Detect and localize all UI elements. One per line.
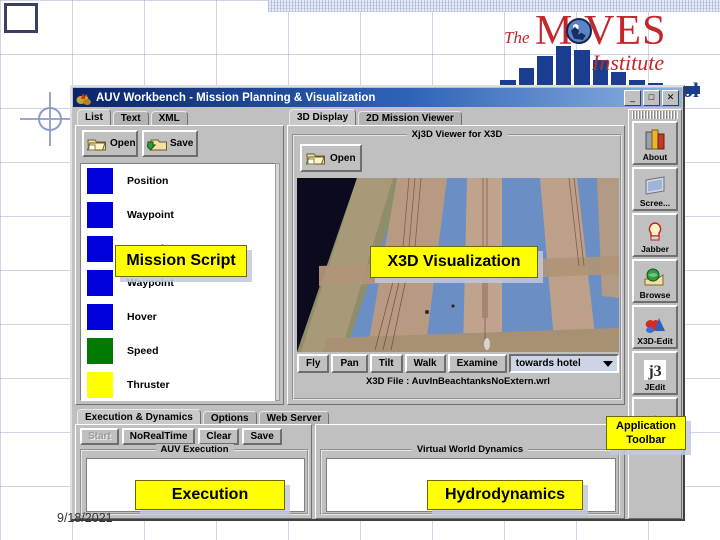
svg-text:j3: j3 bbox=[647, 363, 661, 380]
callout-apptb-line2: Toolbar bbox=[626, 434, 666, 446]
virtual-world-dynamics-title: Virtual World Dynamics bbox=[411, 444, 529, 455]
toolbar-drag-handle[interactable] bbox=[632, 111, 678, 119]
item-color-swatch bbox=[87, 304, 113, 330]
list-item-label: Thruster bbox=[127, 379, 170, 391]
maximize-button[interactable]: □ bbox=[643, 89, 660, 106]
jabber-lightbulb-icon bbox=[648, 222, 662, 241]
save-log-button[interactable]: Save bbox=[242, 428, 282, 445]
window-controls: _ □ ✕ bbox=[624, 89, 679, 106]
nav-fly-button[interactable]: Fly bbox=[297, 354, 330, 373]
tab-xml[interactable]: XML bbox=[150, 111, 188, 126]
app-flame-icon bbox=[76, 92, 91, 105]
about-books-icon bbox=[645, 129, 665, 150]
open-folder-icon bbox=[87, 139, 106, 150]
logo-moves-text: M VES bbox=[535, 8, 667, 54]
item-color-swatch bbox=[87, 270, 113, 296]
slide-date: 9/18/2021 bbox=[57, 511, 113, 525]
toolbar-about-button[interactable]: About bbox=[632, 121, 678, 165]
globe-icon bbox=[566, 18, 592, 44]
window-title-bar[interactable]: AUV Workbench - Mission Planning & Visua… bbox=[73, 88, 682, 107]
mission-script-tabs: List Text XML bbox=[77, 109, 190, 126]
file-button-group: Open Save bbox=[82, 130, 198, 157]
jedit-j3-icon: j3 bbox=[644, 360, 666, 380]
callout-application-toolbar: Application Toolbar bbox=[606, 416, 686, 450]
logo-the-text: The bbox=[504, 28, 530, 47]
auv-execution-title: AUV Execution bbox=[155, 444, 234, 455]
list-item-label: Position bbox=[127, 175, 169, 187]
callout-x3d-visualization: X3D Visualization bbox=[370, 246, 538, 278]
tab-list[interactable]: List bbox=[77, 109, 111, 126]
open-x3d-button[interactable]: Open bbox=[300, 144, 362, 172]
list-item[interactable]: Position bbox=[81, 164, 279, 198]
visualization-tabs: 3D Display 2D Mission Viewer bbox=[289, 109, 464, 126]
list-item-label: Speed bbox=[127, 345, 159, 357]
viewpoint-selected-label: towards hotel bbox=[515, 358, 581, 369]
list-item[interactable]: Speed bbox=[81, 334, 279, 368]
open-folder-icon bbox=[306, 153, 325, 165]
moves-institute-logo: The M VES Institute bbox=[480, 8, 702, 94]
save-button-label: Save bbox=[170, 138, 194, 149]
list-item[interactable]: Thruster bbox=[81, 368, 279, 400]
save-button[interactable]: Save bbox=[142, 130, 198, 157]
logo-institute-text: Institute bbox=[592, 50, 665, 75]
callout-apptb-line1: Application bbox=[616, 420, 676, 432]
navigation-button-bar: Fly Pan Tilt Walk Examine towards hotel bbox=[297, 354, 619, 373]
item-color-swatch bbox=[87, 236, 113, 262]
list-item[interactable]: Hover bbox=[81, 300, 279, 334]
norealtime-button[interactable]: NoRealTime bbox=[121, 428, 196, 445]
application-toolbar: About Scree... Jabber Browse X3D-Edit j3… bbox=[628, 109, 682, 519]
callout-mission-script: Mission Script bbox=[115, 245, 247, 277]
list-item-label: Waypoint bbox=[127, 277, 174, 289]
xj3d-group-title: Xj3D Viewer for X3D bbox=[406, 129, 508, 140]
item-color-swatch bbox=[87, 372, 113, 398]
list-scrollbar[interactable] bbox=[275, 163, 280, 401]
auv-workbench-window: AUV Workbench - Mission Planning & Visua… bbox=[70, 85, 685, 521]
toolbar-about-label: About bbox=[642, 152, 668, 162]
tab-3d-display[interactable]: 3D Display bbox=[289, 109, 357, 126]
screen-capture-icon bbox=[645, 176, 665, 195]
execution-button-group: Start NoRealTime Clear Save bbox=[80, 428, 282, 445]
clear-button[interactable]: Clear bbox=[198, 428, 240, 445]
nav-tilt-button[interactable]: Tilt bbox=[369, 354, 403, 373]
toolbar-jedit-button[interactable]: j3 JEdit bbox=[632, 351, 678, 395]
window-body: List Text XML Open Save Position Waypoin… bbox=[75, 109, 682, 519]
viewpoint-dropdown[interactable]: towards hotel bbox=[508, 354, 619, 373]
toolbar-jabber-label: Jabber bbox=[641, 244, 669, 254]
tab-text[interactable]: Text bbox=[112, 111, 149, 126]
callout-execution: Execution bbox=[135, 480, 285, 510]
toolbar-x3d-edit-label: X3D-Edit bbox=[637, 336, 673, 346]
open-button[interactable]: Open bbox=[82, 130, 138, 157]
save-folder-icon bbox=[147, 139, 167, 151]
toolbar-x3d-edit-button[interactable]: X3D-Edit bbox=[632, 305, 678, 349]
mission-script-list[interactable]: Position Waypoint Waypoint Waypoint bbox=[80, 163, 280, 401]
minimize-button[interactable]: _ bbox=[624, 89, 641, 106]
item-color-swatch bbox=[87, 202, 113, 228]
x3d-file-label: X3D File : AuvInBeachtanksNoExtern.wrl bbox=[366, 376, 550, 387]
corner-placeholder-box bbox=[4, 3, 38, 33]
list-item-label: Waypoint bbox=[127, 209, 174, 221]
callout-hydrodynamics: Hydrodynamics bbox=[427, 480, 583, 510]
toolbar-screen-capture-button[interactable]: Scree... bbox=[632, 167, 678, 211]
item-color-swatch bbox=[87, 338, 113, 364]
start-button[interactable]: Start bbox=[80, 428, 119, 445]
nav-pan-button[interactable]: Pan bbox=[331, 354, 368, 373]
toolbar-screen-capture-label: Scree... bbox=[639, 198, 671, 208]
chevron-down-icon bbox=[603, 361, 613, 367]
nav-walk-button[interactable]: Walk bbox=[404, 354, 446, 373]
toolbar-jabber-button[interactable]: Jabber bbox=[632, 213, 678, 257]
item-color-swatch bbox=[87, 168, 113, 194]
list-item[interactable]: Waypoint bbox=[81, 198, 279, 232]
open-button-label: Open bbox=[110, 138, 136, 149]
toolbar-browse-button[interactable]: Browse bbox=[632, 259, 678, 303]
toolbar-jedit-label: JEdit bbox=[644, 382, 666, 392]
nav-examine-button[interactable]: Examine bbox=[447, 354, 507, 373]
window-title: AUV Workbench - Mission Planning & Visua… bbox=[96, 91, 376, 104]
open-x3d-button-label: Open bbox=[330, 152, 356, 164]
list-item-label: Hover bbox=[127, 311, 157, 323]
x3d-edit-shapes-icon bbox=[645, 318, 665, 333]
close-button[interactable]: ✕ bbox=[662, 89, 679, 106]
toolbar-browse-label: Browse bbox=[639, 290, 671, 300]
tab-2d-mission-viewer[interactable]: 2D Mission Viewer bbox=[358, 111, 462, 126]
browse-globe-icon bbox=[644, 268, 664, 286]
